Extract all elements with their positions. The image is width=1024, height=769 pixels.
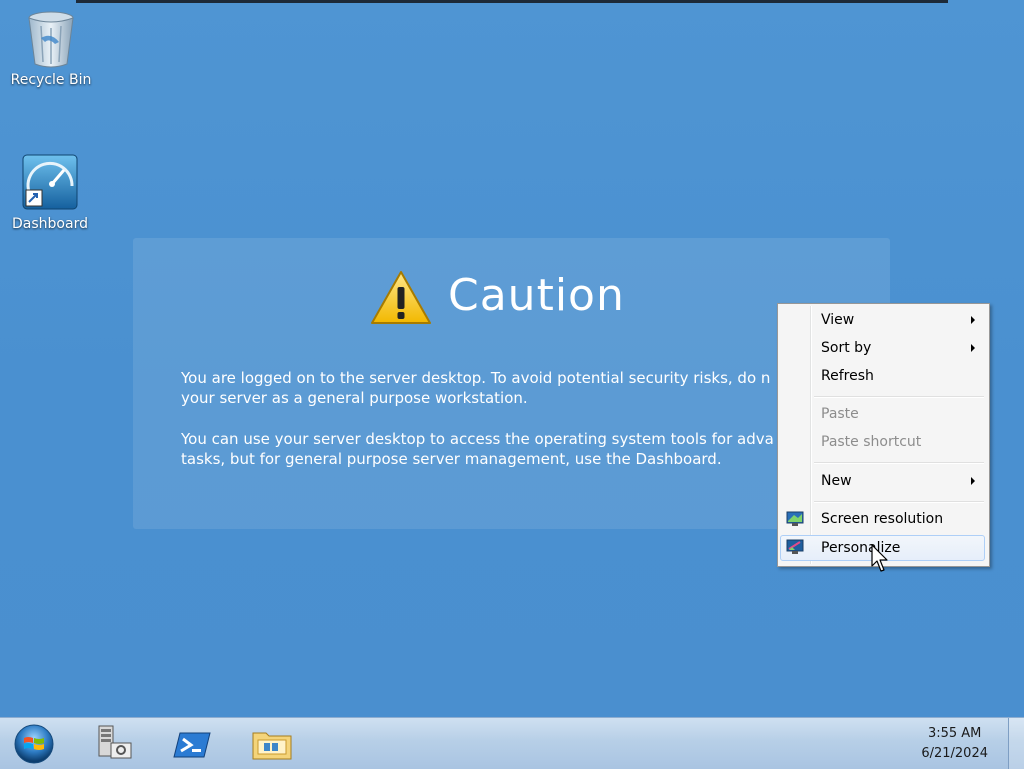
recycle-bin-shortcut[interactable]: Recycle Bin — [8, 8, 94, 88]
menu-item-screen-resolution[interactable]: Screen resolution — [780, 507, 985, 531]
warning-icon — [370, 270, 432, 330]
taskbar: 3:55 AM 6/21/2024 — [0, 717, 1024, 769]
recycle-bin-label: Recycle Bin — [10, 72, 92, 88]
caution-paragraph-1-line-2: your server as a general purpose worksta… — [181, 389, 528, 407]
server-manager-icon[interactable] — [93, 723, 137, 765]
caution-title: Caution — [448, 270, 625, 321]
menu-separator — [814, 396, 984, 398]
menu-item-paste[interactable]: Paste — [780, 402, 985, 426]
system-clock[interactable]: 3:55 AM 6/21/2024 — [921, 724, 988, 764]
menu-item-view-label: View — [821, 312, 855, 328]
caution-paragraph-2-line-2: tasks, but for general purpose server ma… — [181, 450, 722, 468]
clock-date: 6/21/2024 — [921, 746, 988, 761]
screen-resolution-icon — [786, 511, 804, 527]
dashboard-shortcut[interactable]: Dashboard — [7, 152, 93, 232]
menu-item-paste-shortcut-label: Paste shortcut — [821, 434, 922, 450]
desktop-context-menu: View Sort by Refresh Paste Paste shortcu… — [777, 303, 990, 567]
menu-separator — [814, 462, 984, 464]
caution-paragraph-2: You can use your server desktop to acces… — [181, 429, 881, 469]
mouse-cursor-icon — [871, 544, 889, 578]
menu-item-sort-by[interactable]: Sort by — [780, 336, 985, 360]
submenu-arrow-icon — [971, 344, 975, 352]
top-edge-strip — [76, 0, 948, 3]
windows-start-orb-icon[interactable] — [9, 723, 59, 765]
menu-item-new-label: New — [821, 473, 852, 489]
menu-item-refresh-label: Refresh — [821, 368, 874, 384]
clock-time: 3:55 AM — [927, 726, 982, 741]
submenu-arrow-icon — [971, 316, 975, 324]
recycle-bin-icon — [21, 8, 81, 68]
menu-item-paste-label: Paste — [821, 406, 859, 422]
menu-separator — [814, 501, 984, 503]
menu-item-view[interactable]: View — [780, 308, 985, 332]
dashboard-label: Dashboard — [12, 216, 88, 232]
dashboard-icon — [20, 152, 80, 212]
powershell-icon[interactable] — [172, 723, 216, 765]
file-explorer-icon[interactable] — [250, 723, 294, 765]
menu-item-refresh[interactable]: Refresh — [780, 364, 985, 388]
caution-paragraph-1-line-1: You are logged on to the server desktop.… — [181, 369, 771, 387]
menu-item-sort-by-label: Sort by — [821, 340, 872, 356]
menu-item-new[interactable]: New — [780, 469, 985, 493]
desktop[interactable]: Recycle Bin Dashboard Caution You are lo… — [0, 0, 1024, 717]
show-desktop-button[interactable] — [1008, 718, 1024, 769]
caution-paragraph-1: You are logged on to the server desktop.… — [181, 368, 881, 408]
submenu-arrow-icon — [971, 477, 975, 485]
personalize-icon — [786, 539, 804, 555]
menu-item-paste-shortcut[interactable]: Paste shortcut — [780, 430, 985, 454]
menu-item-screen-resolution-label: Screen resolution — [821, 511, 944, 527]
caution-paragraph-2-line-1: You can use your server desktop to acces… — [181, 430, 774, 448]
